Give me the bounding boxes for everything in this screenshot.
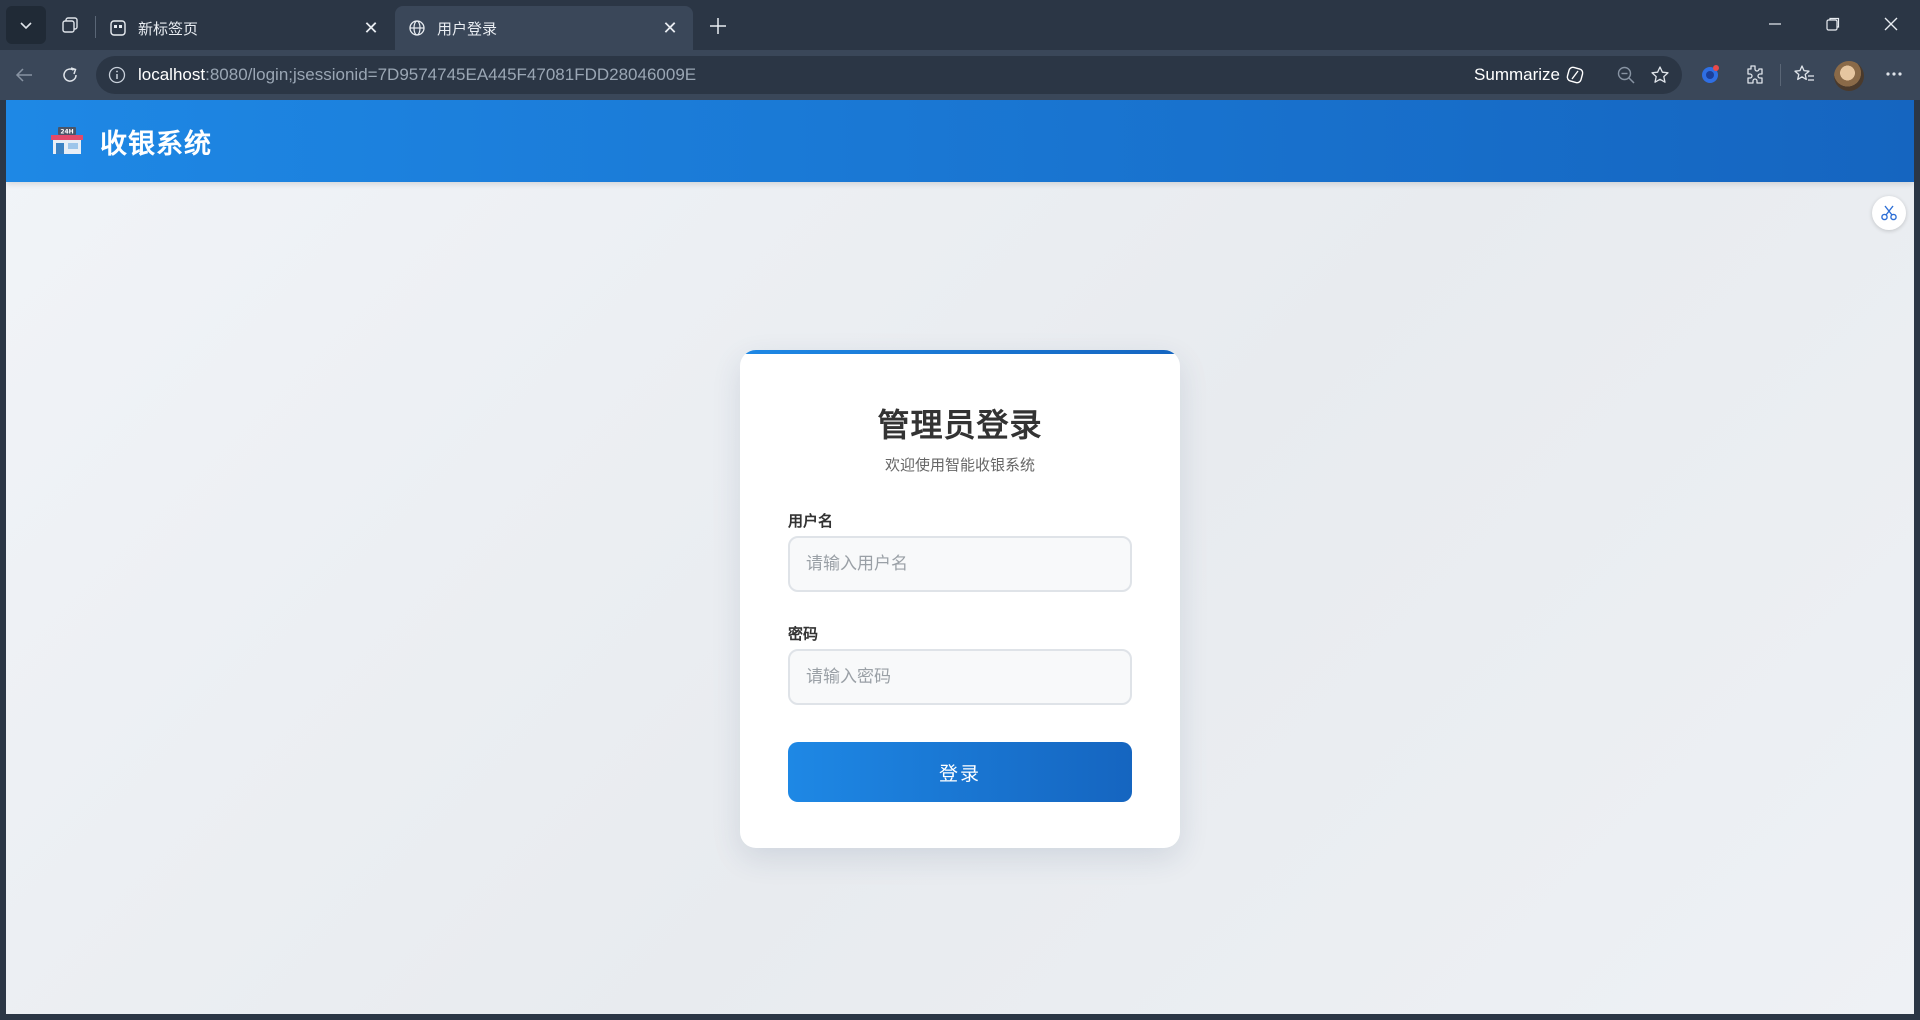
close-icon <box>1884 17 1898 31</box>
favorite-star-icon[interactable] <box>1648 63 1672 87</box>
username-input[interactable] <box>788 536 1132 592</box>
close-icon[interactable]: ✕ <box>659 17 681 39</box>
tab-title: 用户登录 <box>437 20 498 38</box>
info-icon[interactable] <box>106 64 128 86</box>
restore-icon <box>1826 17 1840 31</box>
back-button[interactable] <box>6 58 42 92</box>
favorites-icon[interactable] <box>1790 60 1818 88</box>
workspaces-button[interactable] <box>50 6 90 44</box>
summarize-label: Summarize <box>1474 65 1560 84</box>
tab-title: 新标签页 <box>138 20 199 38</box>
plus-icon <box>710 18 726 34</box>
minimize-icon <box>1769 23 1781 25</box>
password-input[interactable] <box>788 649 1132 705</box>
arrow-left-icon <box>15 68 32 82</box>
reload-button[interactable] <box>52 58 88 92</box>
url-text[interactable]: localhost:8080/login;jsessionid=7D957474… <box>138 65 696 85</box>
app-header: 24H 收银系统 <box>6 100 1914 182</box>
scissors-icon <box>1881 205 1897 221</box>
close-window-button[interactable] <box>1862 0 1920 48</box>
more-options-icon[interactable] <box>1880 60 1908 88</box>
new-tab-page-icon <box>108 18 128 38</box>
tab-new-tab[interactable]: 新标签页 ✕ <box>96 6 394 50</box>
zoom-out-icon[interactable] <box>1614 63 1638 87</box>
username-label: 用户名 <box>788 513 834 530</box>
globe-icon <box>407 18 427 38</box>
reload-icon <box>63 67 77 82</box>
tab-list-button[interactable] <box>6 6 46 44</box>
toolbar-separator <box>1780 64 1781 86</box>
chevron-down-icon <box>20 22 32 30</box>
login-button[interactable]: 登录 <box>788 742 1132 802</box>
close-icon[interactable]: ✕ <box>360 17 382 39</box>
new-tab-button[interactable] <box>700 10 736 42</box>
card-accent-bar <box>740 350 1180 354</box>
restore-button[interactable] <box>1804 0 1862 48</box>
page-viewport: 24H 收银系统 管理员登录 欢迎使用智能收银系统 用户名 密码 登录 <box>6 100 1914 1014</box>
tab-user-login[interactable]: 用户登录 ✕ <box>395 6 693 50</box>
login-subtitle: 欢迎使用智能收银系统 <box>884 457 1035 474</box>
extensions-icon[interactable] <box>1740 60 1768 88</box>
browser-toolbar: localhost:8080/login;jsessionid=7D957474… <box>0 50 1920 100</box>
workspaces-icon <box>62 17 78 33</box>
login-card: 管理员登录 欢迎使用智能收银系统 用户名 密码 登录 <box>740 350 1180 848</box>
browser-tab-strip: 新标签页 ✕ 用户登录 ✕ <box>0 0 1920 50</box>
scissors-button[interactable] <box>1872 196 1906 230</box>
url-path: :8080/login;jsessionid=7D9574745EA445F47… <box>205 65 697 84</box>
minimize-button[interactable] <box>1746 0 1804 48</box>
login-title: 管理员登录 <box>877 407 1043 443</box>
extension-shield-icon[interactable] <box>1696 60 1724 88</box>
profile-avatar[interactable] <box>1834 61 1864 91</box>
address-bar[interactable]: localhost:8080/login;jsessionid=7D957474… <box>96 56 1682 94</box>
url-host: localhost <box>138 65 206 84</box>
password-label: 密码 <box>788 626 819 643</box>
svg-text:24H: 24H <box>60 129 73 136</box>
app-title: 收银系统 <box>100 128 212 159</box>
copilot-icon <box>1564 64 1586 86</box>
store-icon: 24H <box>51 127 83 154</box>
summarize-button[interactable]: Summarize <box>1474 56 1586 94</box>
